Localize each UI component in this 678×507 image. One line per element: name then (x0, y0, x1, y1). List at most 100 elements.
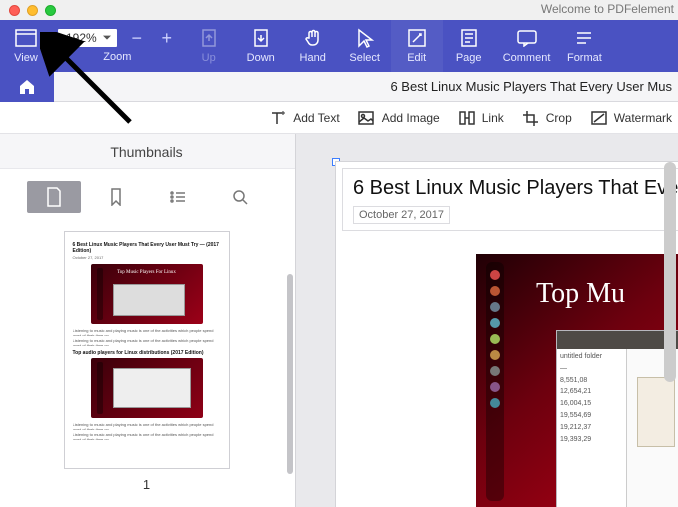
bookmark-icon (109, 188, 123, 206)
page-icon (458, 28, 480, 48)
zoom-out-button[interactable]: − (127, 29, 147, 47)
edit-button[interactable]: Edit (391, 20, 443, 72)
format-button[interactable]: Format (558, 20, 610, 72)
zoom-label: Zoom (103, 51, 131, 63)
link-icon (458, 110, 476, 126)
sidebar-tab-bookmarks[interactable] (89, 181, 143, 213)
sidebar-title: Thumbnails (0, 134, 295, 169)
crop-label: Crop (546, 111, 572, 125)
link-label: Link (482, 111, 504, 125)
thumbnail-page-number: 1 (143, 477, 150, 492)
add-text-icon (269, 110, 287, 126)
sidebar-scrollbar[interactable] (287, 274, 293, 474)
sidebar-tab-search[interactable] (213, 181, 267, 213)
sidebar-tab-outline[interactable] (151, 181, 205, 213)
window-titlebar: Welcome to PDFelement (0, 0, 678, 20)
zoom-in-button[interactable]: + (157, 29, 177, 47)
view-label: View (14, 52, 38, 64)
sidebar-tab-thumbnails[interactable] (27, 181, 81, 213)
thumbnail-list: 6 Best Linux Music Players That Every Us… (0, 225, 295, 492)
app-window-titlebar (557, 331, 678, 349)
up-icon (198, 28, 220, 48)
scrollbar-thumb[interactable] (664, 162, 676, 382)
thumb-paragraph: Listening to music and playing music is … (73, 338, 221, 346)
add-image-button[interactable]: Add Image (358, 110, 440, 126)
document-title: 6 Best Linux Music Players That Every Us… (54, 79, 678, 94)
window-title: Welcome to PDFelement (541, 2, 674, 16)
thumb-paragraph: Listening to music and playing music is … (73, 328, 221, 336)
thumb-hero: Top Music Players For Linux (91, 264, 203, 324)
document-viewport: 6 Best Linux Music Players That Ever Oct… (296, 134, 678, 507)
body-split: Thumbnails 6 Best Linux Music Players Th… (0, 134, 678, 507)
format-icon (573, 28, 595, 48)
down-label: Down (247, 52, 275, 64)
hand-button[interactable]: Hand (287, 20, 339, 72)
thumb-hero-2-window (113, 368, 191, 408)
hand-icon (302, 28, 324, 48)
thumb-hero-text: Top Music Players For Linux (91, 270, 203, 275)
file-row: untitled folder (560, 352, 623, 362)
view-button[interactable]: View (0, 20, 52, 72)
list-icon (169, 190, 187, 204)
home-bar: 6 Best Linux Music Players That Every Us… (0, 72, 678, 102)
link-button[interactable]: Link (458, 110, 504, 126)
maximize-window-button[interactable] (45, 5, 56, 16)
view-icon (15, 28, 37, 48)
main-toolbar: View 192% − + Zoom Up Down Hand Sele (0, 20, 678, 72)
add-image-icon (358, 110, 376, 126)
comment-button[interactable]: Comment (495, 20, 559, 72)
article-title: 6 Best Linux Music Players That Ever (353, 177, 669, 200)
app-window-sidebar: untitled folder — 8,551,08 12,654,21 16,… (557, 349, 627, 507)
up-label: Up (202, 52, 216, 64)
home-icon (18, 79, 36, 95)
minimize-window-button[interactable] (27, 5, 38, 16)
file-row: 16,004,15 (560, 399, 623, 409)
sidebar-resize-handle[interactable] (296, 134, 301, 507)
search-icon (232, 189, 248, 205)
article-header-box: 6 Best Linux Music Players That Ever Oct… (342, 168, 678, 231)
page-label: Page (456, 52, 482, 64)
watermark-label: Watermark (614, 111, 672, 125)
app-window: untitled folder — 8,551,08 12,654,21 16,… (556, 330, 678, 507)
thumb-date: October 27, 2017 (73, 255, 221, 260)
viewport-scrollbar[interactable] (664, 162, 676, 497)
select-button[interactable]: Select (339, 20, 391, 72)
file-row: 19,212,37 (560, 423, 623, 433)
up-button: Up (183, 20, 235, 72)
file-row: — (560, 364, 623, 374)
add-text-label: Add Text (293, 111, 339, 125)
page-button[interactable]: Page (443, 20, 495, 72)
thumbnails-sidebar: Thumbnails 6 Best Linux Music Players Th… (0, 134, 296, 507)
down-icon (250, 28, 272, 48)
edit-sub-toolbar: Add Text Add Image Link Crop Watermark (0, 102, 678, 134)
file-row: 8,551,08 (560, 376, 623, 386)
crop-button[interactable]: Crop (522, 110, 572, 126)
down-button[interactable]: Down (235, 20, 287, 72)
page-icon (45, 187, 63, 207)
page-thumbnail[interactable]: 6 Best Linux Music Players That Every Us… (64, 231, 230, 469)
add-text-button[interactable]: Add Text (269, 110, 339, 126)
close-window-button[interactable] (9, 5, 20, 16)
edit-icon (406, 28, 428, 48)
thumb-title: 6 Best Linux Music Players That Every Us… (73, 242, 221, 254)
add-image-label: Add Image (382, 111, 440, 125)
zoom-value: 192% (66, 31, 97, 45)
thumb-paragraph: Listening to music and playing music is … (73, 432, 221, 440)
select-icon (354, 28, 376, 48)
home-button[interactable] (0, 72, 54, 102)
watermark-button[interactable]: Watermark (590, 110, 672, 126)
file-row: 19,393,29 (560, 435, 623, 445)
unity-dock (486, 262, 504, 501)
select-label: Select (349, 52, 380, 64)
crop-icon (522, 110, 540, 126)
comment-label: Comment (503, 52, 551, 64)
document-page[interactable]: 6 Best Linux Music Players That Ever Oct… (336, 162, 678, 507)
comment-icon (516, 28, 538, 48)
hand-label: Hand (300, 52, 326, 64)
article-hero: Top Mu untitled folder — 8,551,08 12,654… (476, 254, 678, 507)
file-row: 12,654,21 (560, 387, 623, 397)
thumb-hero-2 (91, 358, 203, 418)
hero-title: Top Mu (536, 278, 678, 310)
zoom-select[interactable]: 192% (58, 29, 117, 47)
edit-label: Edit (407, 52, 426, 64)
